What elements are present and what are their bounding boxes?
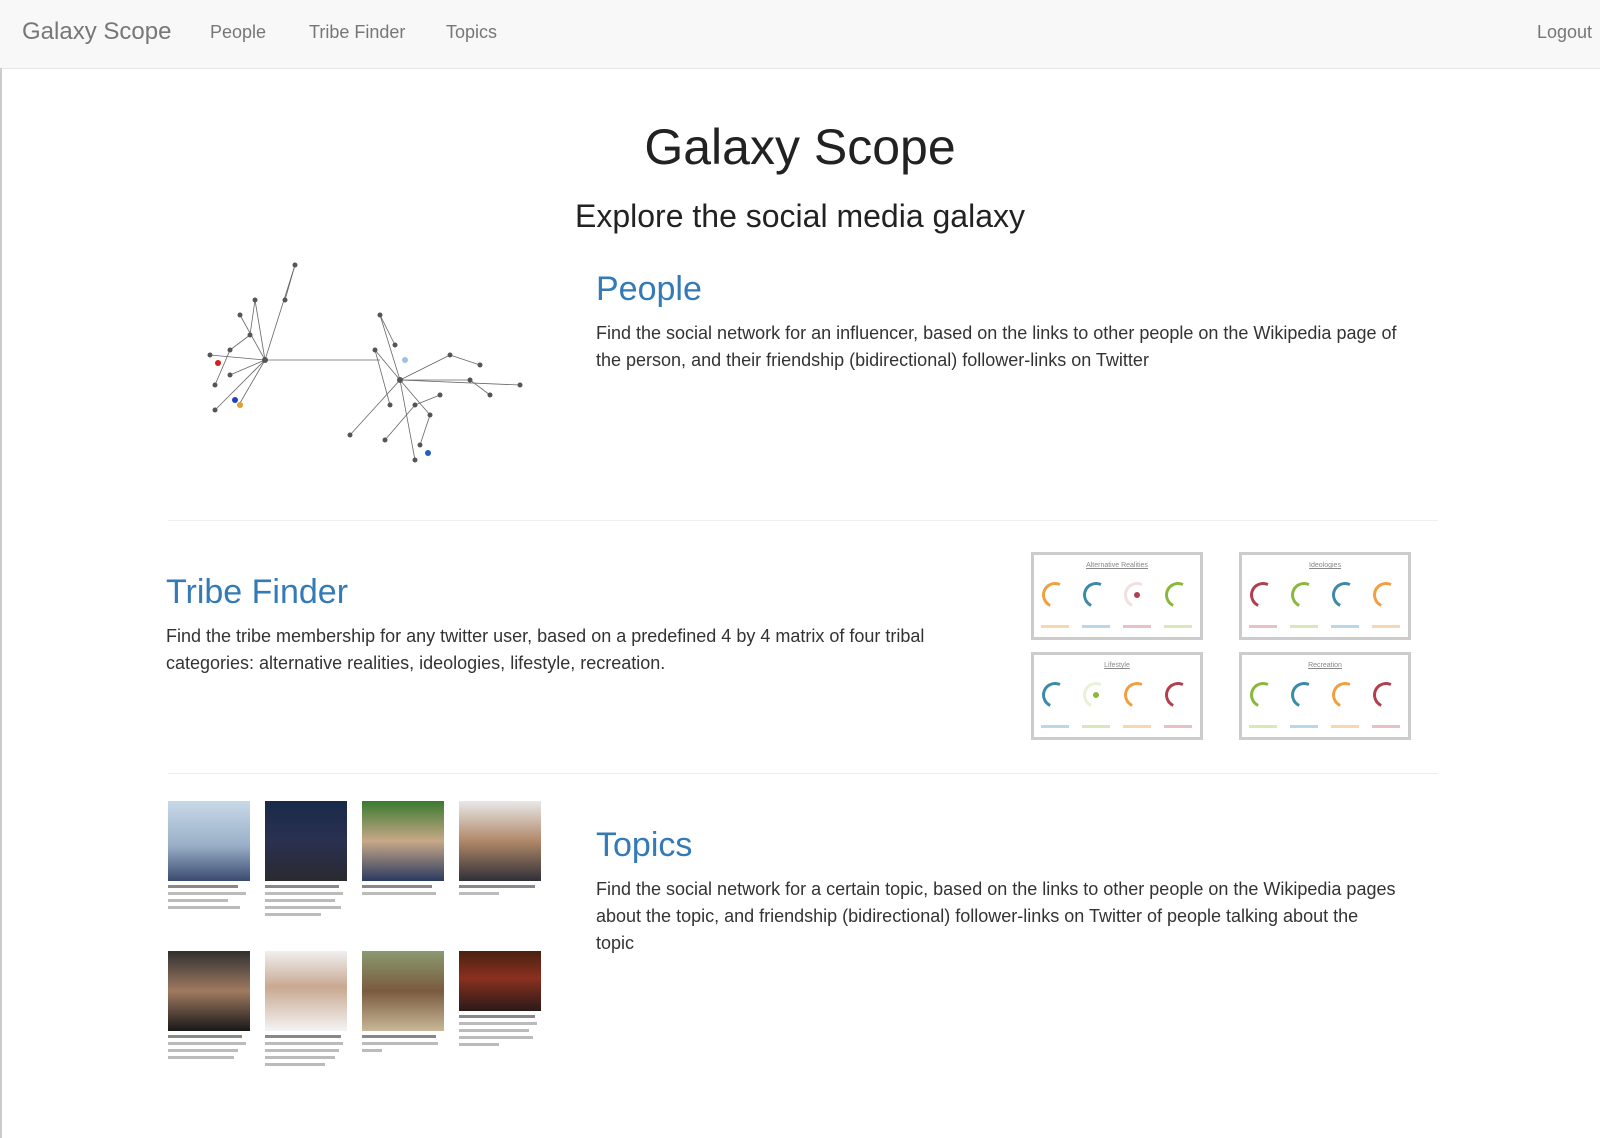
tribe-panel-alternative-realities[interactable]: Alternative Realities [1031, 552, 1203, 640]
person-photo [265, 951, 347, 1031]
tribe-gauge-icon [1161, 678, 1195, 712]
tribe-gauge-icon [1328, 678, 1362, 712]
tribe-gauge-icon [1246, 578, 1280, 612]
person-photo [362, 801, 444, 881]
tribe-panel-title: Recreation [1308, 662, 1342, 669]
tribe-panel-ideologies[interactable]: Ideologies [1239, 552, 1411, 640]
tribe-panel-lifestyle[interactable]: Lifestyle [1031, 652, 1203, 740]
tribe-gauge-icon [1287, 678, 1321, 712]
section-divider [168, 773, 1438, 774]
tribe-gauge-icon [1328, 578, 1362, 612]
person-card[interactable] [168, 801, 250, 909]
section-divider [168, 520, 1438, 521]
tribe-label [1372, 725, 1400, 728]
person-card[interactable] [265, 801, 347, 916]
navbar-brand[interactable]: Galaxy Scope [22, 18, 171, 46]
tribe-label [1082, 725, 1110, 728]
person-photo [459, 951, 541, 1011]
tribe-gauge-icon [1120, 678, 1154, 712]
tribe-label [1290, 725, 1318, 728]
tribe-gauge-icon [1287, 578, 1321, 612]
tribe-label [1290, 625, 1318, 628]
people-section-description: Find the social network for an influence… [596, 323, 1397, 370]
tribe-gauge-icon [1079, 578, 1113, 612]
tribe-label [1123, 725, 1151, 728]
tribe-label [1041, 625, 1069, 628]
tribe-label [1331, 625, 1359, 628]
person-card[interactable] [168, 951, 250, 1059]
tribe-marker-icon [1093, 692, 1099, 698]
people-section-title[interactable]: People [596, 270, 702, 309]
people-network-graph[interactable] [190, 255, 560, 480]
tribe-label [1164, 725, 1192, 728]
person-card[interactable] [459, 801, 541, 895]
tribe-finder-section-title[interactable]: Tribe Finder [166, 573, 348, 612]
person-photo [362, 951, 444, 1031]
tribe-label [1082, 625, 1110, 628]
tribe-gauge-icon [1369, 678, 1403, 712]
tribe-gauge-icon [1161, 578, 1195, 612]
tribe-gauge-icon [1038, 578, 1072, 612]
person-photo [265, 801, 347, 881]
tribe-panel-title: Ideologies [1309, 562, 1341, 569]
tribe-label [1331, 725, 1359, 728]
nav-link-topics[interactable]: Topics [446, 22, 497, 43]
tribe-panel-title: Alternative Realities [1086, 562, 1148, 569]
page-subtitle: Explore the social media galaxy [574, 198, 1025, 234]
person-card[interactable] [362, 801, 444, 895]
tribe-gauge-icon [1038, 678, 1072, 712]
nav-link-people[interactable]: People [210, 22, 266, 43]
tribe-gauge-icon [1369, 578, 1403, 612]
tribe-label [1123, 625, 1151, 628]
tribe-label [1372, 625, 1400, 628]
person-card[interactable] [362, 951, 444, 1052]
tribe-label [1249, 725, 1277, 728]
tribe-gauge-icon [1246, 678, 1280, 712]
page-title: Galaxy Scope [644, 119, 956, 175]
tribe-label [1164, 625, 1192, 628]
person-card[interactable] [459, 951, 541, 1046]
tribe-label [1041, 725, 1069, 728]
person-photo [459, 801, 541, 881]
tribe-finder-section-description: Find the tribe membership for any twitte… [166, 626, 925, 673]
topics-section-description: Find the social network for a certain to… [596, 879, 1396, 953]
tribe-panel-recreation[interactable]: Recreation [1239, 652, 1411, 740]
navbar: Galaxy Scope People Tribe Finder Topics … [0, 0, 1600, 69]
tribe-panel-title: Lifestyle [1104, 662, 1130, 669]
tribe-marker-icon [1134, 592, 1140, 598]
person-photo [168, 801, 250, 881]
person-card[interactable] [265, 951, 347, 1066]
tribe-label [1249, 625, 1277, 628]
nav-link-tribe-finder[interactable]: Tribe Finder [309, 22, 405, 43]
person-photo [168, 951, 250, 1031]
topics-section-title[interactable]: Topics [596, 826, 692, 865]
logout-link[interactable]: Logout [1537, 22, 1592, 43]
